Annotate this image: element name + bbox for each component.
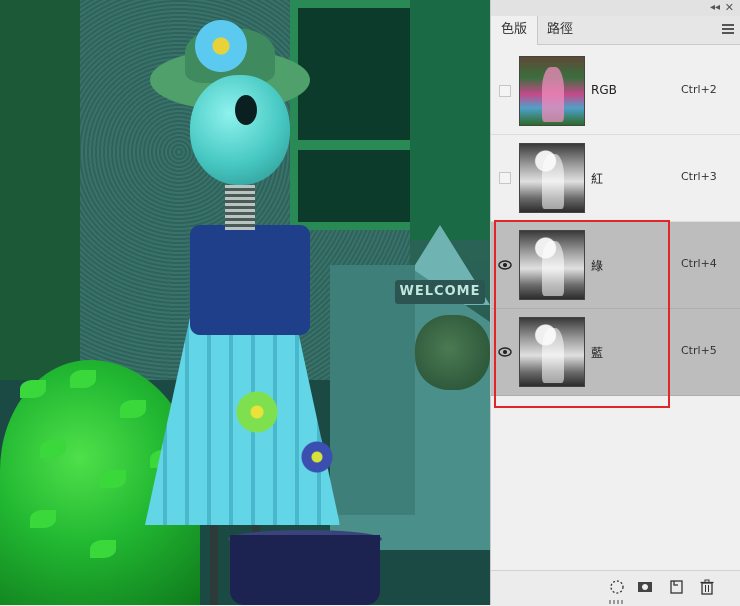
photo-doll-neck-spring	[225, 185, 255, 230]
collapse-icon[interactable]: ◂◂	[710, 2, 720, 14]
channel-row-rgb[interactable]: RGB Ctrl+2	[491, 48, 740, 135]
photo-doll-head	[190, 75, 290, 185]
photo-window	[290, 0, 420, 230]
panel-title-bar[interactable]: ◂◂ ✕	[491, 0, 740, 17]
channel-thumbnail	[519, 56, 585, 126]
panel-bottom-toolbar	[491, 570, 740, 606]
highlight-box	[494, 220, 670, 408]
panel-tabs: 色版 路徑	[491, 16, 740, 45]
photo-welcome-sign: WELCOME	[395, 280, 485, 304]
resize-grip[interactable]	[609, 600, 623, 604]
visibility-toggle[interactable]	[499, 172, 511, 184]
channel-shortcut: Ctrl+3	[681, 170, 717, 183]
close-icon[interactable]: ✕	[725, 1, 734, 14]
tab-channels[interactable]: 色版	[491, 16, 539, 45]
channel-name: RGB	[591, 83, 617, 97]
photo-pot	[230, 535, 380, 605]
photo-window-bar	[290, 140, 420, 150]
photo-hat-flower	[195, 20, 247, 72]
photo-dress-flower	[235, 390, 279, 434]
document-canvas[interactable]: WELCOME	[0, 0, 490, 605]
photo-door	[0, 0, 86, 380]
load-selection-icon[interactable]	[609, 579, 625, 595]
save-selection-icon[interactable]	[637, 579, 653, 595]
channel-row-red[interactable]: 紅 Ctrl+3	[491, 135, 740, 222]
tab-paths[interactable]: 路徑	[537, 16, 583, 44]
channel-name: 紅	[591, 172, 604, 186]
delete-channel-icon[interactable]	[699, 579, 715, 595]
channel-shortcut: Ctrl+4	[681, 257, 717, 270]
photo-doll-shirt	[190, 225, 310, 335]
photo-frame	[410, 0, 490, 240]
channel-shortcut: Ctrl+2	[681, 83, 717, 96]
channel-thumbnail	[519, 143, 585, 213]
panel-menu-icon[interactable]	[722, 24, 734, 34]
channel-shortcut: Ctrl+5	[681, 344, 717, 357]
photo-dog-figure	[415, 315, 490, 390]
visibility-toggle[interactable]	[499, 85, 511, 97]
new-channel-icon[interactable]	[669, 579, 685, 595]
photo-doll-eye	[235, 95, 257, 125]
photo-doll-leg	[210, 520, 218, 605]
photo-dress-flower	[300, 440, 334, 474]
